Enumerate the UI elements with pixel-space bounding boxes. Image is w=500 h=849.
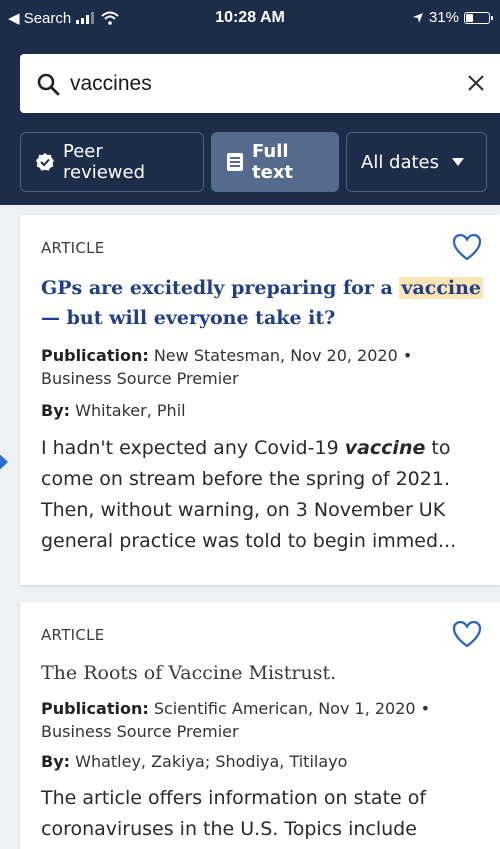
publication-value: Scientific American, Nov 1, 2020 • [153,699,431,718]
author-label: By: [41,401,71,420]
battery-icon [464,11,493,24]
result-snippet: The article offers information on state … [41,787,427,840]
title-text[interactable]: GPs are excitedly preparing for a [41,277,399,299]
full-text-label: Full text [252,141,294,183]
search-input[interactable]: vaccines [70,72,152,96]
author-info: By: Whatley, Zakiya; Shodiya, Titilayo [41,750,491,773]
author-value: Whatley, Zakiya; Shodiya, Titilayo [75,752,348,771]
search-icon [37,73,60,95]
publication-label: Publication: [41,699,149,718]
author-info: By: Whitaker, Phil [41,399,491,422]
arrow-marker-icon [0,447,8,477]
snippet-highlight: vaccine [344,437,426,459]
publication-value: New Statesman, Nov 20, 2020 • [153,346,413,365]
search-bar[interactable]: vaccines [20,54,500,113]
date-filter-label: All dates [361,151,440,173]
result-card[interactable]: ARTICLE GPs are excitedly preparing for … [20,215,500,585]
result-type: ARTICLE [41,626,105,644]
publication-info: Publication: New Statesman, Nov 20, 2020… [41,344,491,390]
close-icon[interactable] [464,71,488,95]
peer-reviewed-filter[interactable]: Peer reviewed [20,132,204,192]
heart-icon[interactable] [452,620,482,648]
peer-reviewed-label: Peer reviewed [63,141,146,183]
date-filter-dropdown[interactable]: All dates [346,132,487,192]
result-type: ARTICLE [41,239,105,257]
location-icon [412,12,423,23]
heart-icon[interactable] [452,233,482,261]
snippet-text: I hadn't expected any Covid-19 [41,437,345,459]
filter-bar: Peer reviewed Full text All dates [20,132,487,192]
status-right: 31% [412,9,493,26]
verified-badge-icon [35,152,55,172]
database-value: Business Source Premier [41,369,239,388]
result-card[interactable]: ARTICLE The Roots of Vaccine Mistrust. P… [20,602,500,849]
result-title[interactable]: GPs are excitedly preparing for a vaccin… [41,273,491,333]
author-label: By: [41,752,71,771]
author-value: Whitaker, Phil [75,401,186,420]
database-value: Business Source Premier [41,722,239,741]
result-title[interactable]: The Roots of Vaccine Mistrust. [41,658,491,688]
publication-info: Publication: Scientific American, Nov 1,… [41,697,491,743]
app-header: ◀ Search 10:28 AM 31% vaccines Peer revi… [0,0,500,205]
title-text-continued[interactable]: — but will everyone take it? [41,307,335,329]
search-highlight[interactable]: vaccine [399,277,484,299]
status-bar: ◀ Search 10:28 AM 31% [0,0,500,38]
full-text-filter[interactable]: Full text [211,132,339,192]
chevron-down-icon [452,158,465,166]
battery-percent: 31% [428,9,459,26]
result-snippet: I hadn't expected any Covid-19 vaccine t… [41,433,500,557]
publication-label: Publication: [41,346,149,365]
document-icon [226,152,244,172]
